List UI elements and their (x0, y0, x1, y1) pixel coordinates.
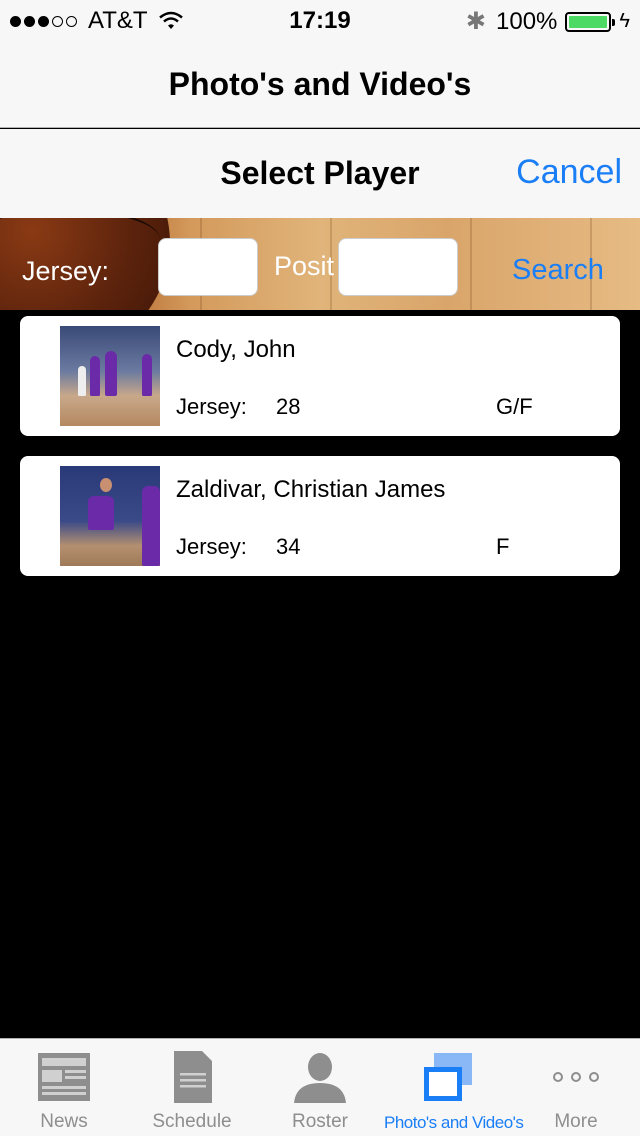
document-icon (174, 1051, 212, 1103)
jersey-label: Jersey: (22, 256, 110, 286)
position-input[interactable] (338, 238, 458, 296)
player-figure (105, 351, 117, 396)
player-figure (142, 354, 152, 396)
tab-label: Schedule (152, 1111, 232, 1132)
player-row[interactable]: Cody, John Jersey: 28 G/F (20, 316, 620, 436)
status-bar: AT&T 17:19 ✱ 100% ϟ (0, 0, 640, 40)
player-jersey-number: 28 (276, 394, 301, 419)
wood-grain (470, 218, 472, 310)
player-position: F (496, 534, 510, 559)
player-jersey-label: Jersey: (176, 394, 247, 419)
modal-header: Select Player Cancel (0, 129, 640, 218)
player-head (100, 478, 112, 492)
player-figure (142, 486, 160, 566)
player-row[interactable]: Zaldivar, Christian James Jersey: 34 F (20, 456, 620, 576)
player-figure (90, 356, 100, 396)
player-name: Zaldivar, Christian James (176, 476, 446, 503)
jersey-input[interactable] (158, 238, 258, 296)
player-jersey-label: Jersey: (176, 534, 247, 559)
tab-bar: News Schedule Roster Photo's and Video's (0, 1038, 640, 1136)
player-jersey-number: 34 (276, 534, 301, 559)
navigation-bar: Photo's and Video's (0, 40, 640, 128)
tab-label: Roster (292, 1111, 348, 1132)
tab-label: More (554, 1111, 598, 1132)
player-figure (78, 366, 86, 396)
tab-label: Photo's and Video's (384, 1113, 524, 1132)
tab-more[interactable]: More (512, 1039, 640, 1136)
nav-title: Photo's and Video's (168, 66, 472, 102)
player-photo (60, 466, 160, 566)
charging-bolt-icon: ϟ (619, 10, 630, 32)
player-name: Cody, John (176, 336, 296, 363)
search-button[interactable]: Search (512, 254, 604, 287)
tab-roster[interactable]: Roster (256, 1039, 384, 1136)
cancel-button[interactable]: Cancel (516, 153, 622, 192)
tab-photos-videos[interactable]: Photo's and Video's (384, 1039, 524, 1136)
search-banner: Jersey: Posit Search (0, 218, 640, 310)
player-position: G/F (496, 394, 533, 419)
tab-schedule[interactable]: Schedule (128, 1039, 256, 1136)
position-label: Posit (274, 251, 335, 281)
photos-icon (424, 1053, 472, 1101)
bluetooth-icon: ✱ (465, 8, 487, 35)
player-photo (60, 326, 160, 426)
tab-news[interactable]: News (0, 1039, 128, 1136)
status-right: ✱ 100% ϟ (466, 7, 630, 36)
tab-label: News (40, 1111, 88, 1132)
newspaper-icon (38, 1053, 90, 1101)
more-dots-icon (553, 1072, 599, 1082)
battery-icon (565, 11, 616, 32)
person-icon (294, 1053, 346, 1103)
player-figure (88, 496, 114, 530)
battery-percent: 100% (496, 7, 558, 35)
